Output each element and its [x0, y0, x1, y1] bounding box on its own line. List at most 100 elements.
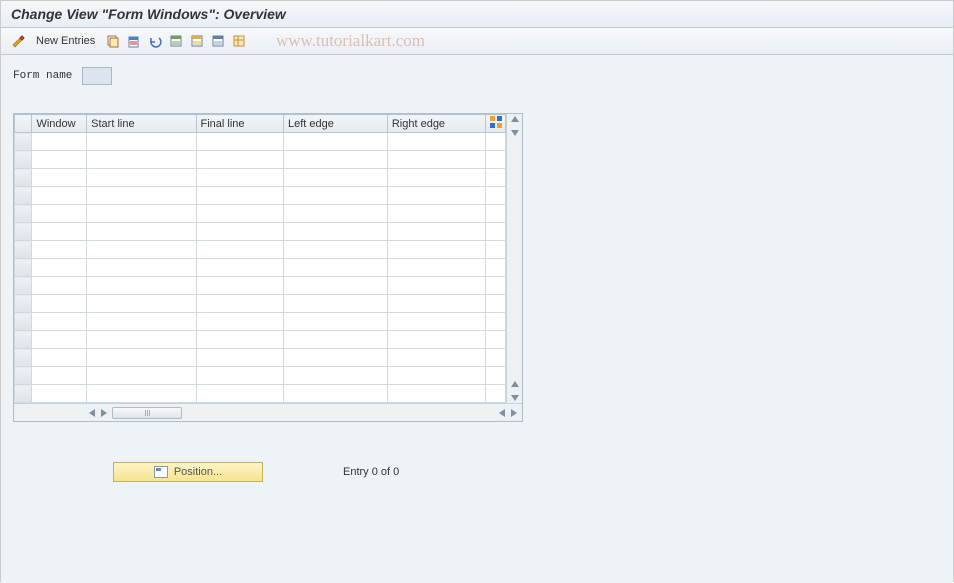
table-cell[interactable]: [196, 367, 283, 385]
table-cell[interactable]: [283, 205, 387, 223]
row-selector[interactable]: [15, 133, 32, 151]
scroll-left-end-icon[interactable]: [499, 409, 505, 417]
col-header-start-line[interactable]: Start line: [87, 115, 196, 133]
table-cell[interactable]: [32, 223, 87, 241]
table-cell[interactable]: [32, 259, 87, 277]
table-cell[interactable]: [32, 205, 87, 223]
table-cell[interactable]: [87, 169, 196, 187]
row-selector[interactable]: [15, 259, 32, 277]
table-cell[interactable]: [87, 331, 196, 349]
scroll-up-icon[interactable]: [511, 116, 519, 122]
table-cell[interactable]: [87, 151, 196, 169]
table-cell[interactable]: [387, 169, 485, 187]
table-cell[interactable]: [87, 367, 196, 385]
col-header-final-line[interactable]: Final line: [196, 115, 283, 133]
table-row[interactable]: [15, 331, 506, 349]
select-block-icon[interactable]: [188, 32, 206, 50]
table-cell[interactable]: [283, 277, 387, 295]
deselect-all-icon[interactable]: [209, 32, 227, 50]
table-cell[interactable]: [283, 223, 387, 241]
table-cell[interactable]: [283, 313, 387, 331]
table-cell[interactable]: [196, 187, 283, 205]
table-cell[interactable]: [196, 205, 283, 223]
table-cell[interactable]: [196, 331, 283, 349]
table-cell[interactable]: [87, 349, 196, 367]
table-cell[interactable]: [87, 205, 196, 223]
table-cell[interactable]: [387, 367, 485, 385]
table-cell[interactable]: [283, 367, 387, 385]
table-cell[interactable]: [283, 133, 387, 151]
table-cell[interactable]: [196, 151, 283, 169]
table-cell[interactable]: [387, 205, 485, 223]
form-windows-table[interactable]: Window Start line Final line Left edge R…: [14, 114, 506, 403]
table-cell[interactable]: [32, 313, 87, 331]
new-entries-button[interactable]: New Entries: [30, 33, 101, 49]
table-cell[interactable]: [387, 385, 485, 403]
table-row[interactable]: [15, 367, 506, 385]
row-selector[interactable]: [15, 223, 32, 241]
table-cell[interactable]: [87, 385, 196, 403]
table-cell[interactable]: [32, 151, 87, 169]
table-cell[interactable]: [196, 385, 283, 403]
table-cell[interactable]: [387, 295, 485, 313]
table-cell[interactable]: [196, 349, 283, 367]
table-cell[interactable]: [32, 331, 87, 349]
table-cell[interactable]: [387, 277, 485, 295]
table-cell[interactable]: [87, 241, 196, 259]
form-name-input[interactable]: [82, 67, 112, 85]
horizontal-scrollbar[interactable]: [14, 403, 522, 421]
col-header-right-edge[interactable]: Right edge: [387, 115, 485, 133]
table-cell[interactable]: [283, 169, 387, 187]
table-row[interactable]: [15, 385, 506, 403]
table-cell[interactable]: [32, 241, 87, 259]
table-cell[interactable]: [196, 223, 283, 241]
table-cell[interactable]: [196, 277, 283, 295]
table-cell[interactable]: [196, 241, 283, 259]
table-cell[interactable]: [87, 295, 196, 313]
table-cell[interactable]: [283, 241, 387, 259]
table-cell[interactable]: [196, 259, 283, 277]
toggle-change-icon[interactable]: [9, 32, 27, 50]
row-selector[interactable]: [15, 277, 32, 295]
table-settings-icon[interactable]: [230, 32, 248, 50]
row-selector[interactable]: [15, 205, 32, 223]
table-cell[interactable]: [387, 313, 485, 331]
table-cell[interactable]: [387, 349, 485, 367]
table-row[interactable]: [15, 259, 506, 277]
table-cell[interactable]: [387, 133, 485, 151]
table-cell[interactable]: [283, 187, 387, 205]
table-cell[interactable]: [32, 277, 87, 295]
row-selector[interactable]: [15, 367, 32, 385]
table-cell[interactable]: [32, 385, 87, 403]
col-header-left-edge[interactable]: Left edge: [283, 115, 387, 133]
scroll-down-bottom-icon[interactable]: [511, 395, 519, 401]
table-cell[interactable]: [32, 187, 87, 205]
row-selector[interactable]: [15, 295, 32, 313]
table-cell[interactable]: [283, 295, 387, 313]
row-selector[interactable]: [15, 241, 32, 259]
table-row[interactable]: [15, 151, 506, 169]
table-cell[interactable]: [283, 385, 387, 403]
table-cell[interactable]: [283, 151, 387, 169]
row-selector[interactable]: [15, 169, 32, 187]
select-all-icon[interactable]: [167, 32, 185, 50]
table-cell[interactable]: [87, 277, 196, 295]
table-row[interactable]: [15, 223, 506, 241]
vertical-scrollbar[interactable]: [506, 114, 522, 403]
hscroll-thumb[interactable]: [112, 407, 182, 419]
table-cell[interactable]: [387, 223, 485, 241]
table-cell[interactable]: [87, 187, 196, 205]
scroll-left-icon[interactable]: [89, 409, 95, 417]
table-row[interactable]: [15, 313, 506, 331]
table-cell[interactable]: [87, 313, 196, 331]
table-cell[interactable]: [196, 313, 283, 331]
table-cell[interactable]: [87, 259, 196, 277]
position-button[interactable]: Position...: [113, 462, 263, 482]
table-cell[interactable]: [283, 349, 387, 367]
table-cell[interactable]: [32, 349, 87, 367]
table-cell[interactable]: [87, 223, 196, 241]
row-selector[interactable]: [15, 313, 32, 331]
scroll-up-bottom-icon[interactable]: [511, 381, 519, 387]
table-cell[interactable]: [32, 367, 87, 385]
row-selector-header[interactable]: [15, 115, 32, 133]
